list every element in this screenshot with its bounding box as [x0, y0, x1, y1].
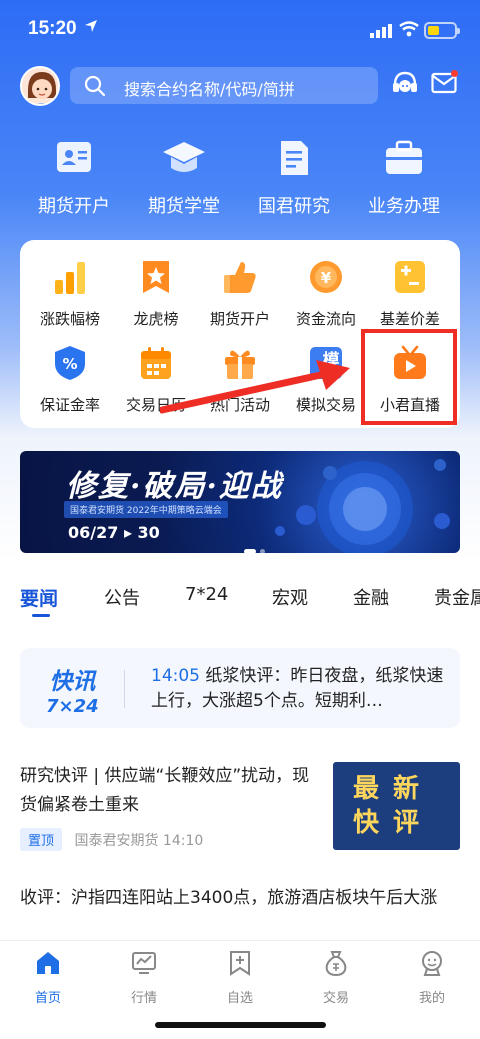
quick-item-label: 基差价差: [379, 310, 440, 328]
market-chart-icon: [132, 952, 156, 974]
svg-text:%: %: [62, 355, 77, 373]
banner-subtitle: 国泰君安期货 2022年中期策略云端会: [64, 501, 228, 518]
money-bag-icon: [325, 951, 347, 977]
briefcase-icon: [386, 140, 422, 174]
tab-7x24[interactable]: 7*24: [185, 584, 228, 605]
nav-market[interactable]: 行情: [112, 949, 176, 1006]
top-menu-label: 业务办理: [368, 196, 440, 217]
nav-label: 我的: [418, 991, 445, 1006]
nav-label: 行情: [130, 991, 157, 1006]
top-menu-futures-account[interactable]: 期货开户: [19, 138, 129, 218]
quick-item-open-account[interactable]: 期货开户: [196, 258, 284, 329]
quick-item-margin-rate[interactable]: % 保证金率: [26, 344, 114, 415]
star-badge-icon: [143, 261, 169, 293]
article-title: 收评：沪指四连阳站上3400点，旅游酒店板块午后大涨: [20, 888, 438, 908]
article-title: 研究快评 | 供应端“长鞭效应”扰动，现货偏紧卷土重来: [20, 766, 310, 815]
banner-pagination: [244, 539, 269, 553]
flash-text: 14:05 纸浆快评：昨日夜盘，纸浆快速上行，大涨超5个点。短期利…: [151, 664, 451, 714]
tab-announcements[interactable]: 公告: [104, 584, 140, 610]
status-time: 15:20: [28, 18, 77, 39]
tab-precious-metals[interactable]: 贵金属: [434, 584, 480, 610]
top-menu-label: 期货开户: [38, 196, 110, 217]
graduation-cap-icon: [163, 142, 205, 172]
battery-icon: [424, 22, 460, 39]
quick-item-label: 保证金率: [39, 396, 100, 414]
home-icon: [37, 952, 59, 974]
yuan-coin-icon: ¥: [310, 261, 342, 293]
annotation-arrow-icon: [160, 360, 350, 414]
news-tabs: 要闻 公告 7*24 宏观 金融 贵金属: [0, 580, 480, 620]
quick-item-basis-spread[interactable]: 基差价差: [366, 258, 454, 329]
article-source: 国泰君安期货: [74, 833, 159, 849]
flash-logo: 快讯 7×24: [46, 662, 99, 717]
unread-dot: [451, 70, 458, 77]
nav-profile[interactable]: 我的: [400, 949, 464, 1006]
tab-macro[interactable]: 宏观: [272, 584, 308, 610]
nav-home[interactable]: 首页: [16, 949, 80, 1006]
top-menu-label: 期货学堂: [148, 196, 220, 217]
favorites-plus-icon: [230, 951, 250, 976]
home-indicator: [155, 1022, 326, 1028]
top-menu-business[interactable]: 业务办理: [349, 138, 459, 218]
nav-label: 自选: [226, 991, 253, 1006]
percent-shield-icon: %: [55, 346, 85, 380]
plus-minus-icon: [395, 261, 425, 293]
cellular-signal-icon: [370, 24, 392, 38]
quick-item-fund-flow[interactable]: ¥ 资金流向: [282, 258, 370, 329]
profile-icon: [422, 951, 442, 976]
nav-watchlist[interactable]: 自选: [208, 949, 272, 1006]
flash-time: 14:05: [151, 666, 200, 686]
top-menu-futures-school[interactable]: 期货学堂: [129, 138, 239, 218]
article-thumbnail[interactable]: 最新快评: [333, 762, 460, 850]
news-section: 要闻 公告 7*24 宏观 金融 贵金属 快讯 7×24 14:05 纸浆快评：…: [0, 560, 480, 940]
tab-headlines[interactable]: 要闻: [20, 584, 58, 611]
nav-label: 交易: [322, 991, 349, 1006]
flash-news-card[interactable]: 快讯 7×24 14:05 纸浆快评：昨日夜盘，纸浆快速上行，大涨超5个点。短期…: [20, 648, 460, 728]
messages-button[interactable]: [431, 70, 458, 98]
location-arrow-icon: [85, 20, 97, 32]
quick-item-label: 涨跌幅榜: [39, 310, 100, 328]
article-item[interactable]: 研究快评 | 供应端“长鞭效应”扰动，现货偏紧卷土重来 置顶 国泰君安期货 14…: [20, 762, 320, 851]
quick-item-dragon-tiger[interactable]: 龙虎榜: [112, 258, 200, 329]
quick-item-label: 龙虎榜: [133, 310, 179, 328]
user-avatar[interactable]: [20, 66, 60, 106]
article-time: 14:10: [162, 833, 204, 849]
flash-logo-text: 快讯: [49, 669, 96, 695]
svg-text:¥: ¥: [321, 269, 332, 287]
banner-title: 修复·破局·迎战: [66, 469, 283, 504]
flash-logo-subtext: 7×24: [46, 696, 99, 717]
pinned-badge: 置顶: [20, 828, 63, 851]
thumbnail-text: 最新快评: [353, 774, 434, 838]
customer-service-icon[interactable]: [391, 70, 419, 100]
top-menu-gtja-research[interactable]: 国君研究: [239, 138, 349, 218]
flash-divider: [124, 670, 125, 708]
id-card-icon: [57, 142, 91, 172]
wifi-icon: [399, 21, 419, 37]
search-icon: [84, 75, 106, 97]
search-input[interactable]: 搜索合约名称/代码/简拼: [70, 67, 378, 104]
nav-trade[interactable]: 交易: [304, 949, 368, 1006]
bar-chart-icon: [55, 262, 85, 294]
top-menu: 期货开户 期货学堂 国君研究 业务办理: [0, 138, 480, 218]
article-item[interactable]: 收评：沪指四连阳站上3400点，旅游酒店板块午后大涨: [20, 884, 460, 913]
quick-item-label: 期货开户: [209, 310, 270, 328]
annotation-highlight-box: [361, 329, 457, 425]
nav-label: 首页: [34, 991, 61, 1006]
status-bar: 15:20: [0, 0, 480, 60]
banner-date: 06/27 ▸ 30: [68, 523, 160, 542]
document-icon: [281, 141, 308, 175]
active-tab-indicator: [32, 614, 50, 617]
promo-banner[interactable]: 修复·破局·迎战 国泰君安期货 2022年中期策略云端会 06/27 ▸ 30: [20, 451, 460, 553]
tab-finance[interactable]: 金融: [353, 584, 389, 610]
quick-item-label: 资金流向: [295, 310, 356, 328]
thumbs-up-icon: [224, 262, 256, 293]
search-placeholder: 搜索合约名称/代码/简拼: [124, 80, 295, 99]
top-menu-label: 国君研究: [258, 196, 330, 217]
quick-item-price-change[interactable]: 涨跌幅榜: [26, 258, 114, 329]
article-meta: 置顶 国泰君安期货 14:10: [20, 828, 320, 851]
